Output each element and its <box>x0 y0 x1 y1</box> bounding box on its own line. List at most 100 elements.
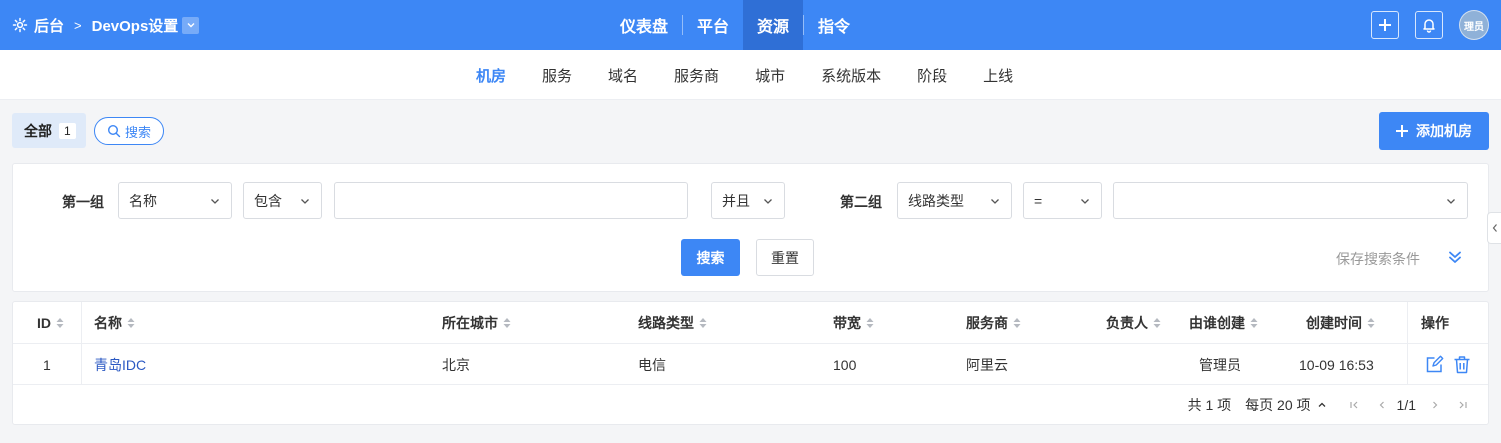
column-header-name[interactable]: 名称 <box>94 302 136 344</box>
breadcrumb-project[interactable]: DevOps设置 <box>92 15 179 36</box>
table-header: ID 名称 所在城市 线路类型 带宽 服务商 负责人 由谁创建 创建时间 操作 <box>13 302 1488 344</box>
avatar[interactable]: 理员 <box>1459 10 1489 40</box>
group2-operator-value: = <box>1034 192 1043 209</box>
tab-release[interactable]: 上线 <box>965 65 1031 86</box>
cell-id: 1 <box>43 356 51 373</box>
sort-icon <box>699 318 707 328</box>
create-button[interactable] <box>1371 11 1399 39</box>
tab-service[interactable]: 服务 <box>524 65 590 86</box>
group2-field-select[interactable]: 线路类型 <box>897 182 1012 219</box>
sort-icon <box>1367 318 1375 328</box>
double-chevron-down-icon[interactable] <box>1447 249 1463 268</box>
tab-os-version[interactable]: 系统版本 <box>803 65 899 86</box>
group2-value-select[interactable] <box>1113 182 1468 219</box>
gear-icon[interactable] <box>12 17 28 33</box>
column-header-label: 线路类型 <box>638 315 694 331</box>
nav-platform[interactable]: 平台 <box>683 0 743 50</box>
column-header-label: 创建时间 <box>1306 315 1362 331</box>
breadcrumb-home[interactable]: 后台 <box>34 15 64 36</box>
column-header-actions: 操作 <box>1421 315 1449 331</box>
nav-commands[interactable]: 指令 <box>804 0 864 50</box>
column-header-owner[interactable]: 负责人 <box>1106 302 1162 344</box>
chevron-down-icon <box>1447 199 1455 204</box>
chevron-down-icon <box>301 199 309 204</box>
edit-icon[interactable] <box>1425 355 1444 374</box>
chevron-right-icon <box>1433 401 1438 409</box>
logic-value: 并且 <box>722 192 750 209</box>
plus-icon <box>1379 19 1391 31</box>
column-header-label: 服务商 <box>966 315 1008 331</box>
bell-icon <box>1423 19 1435 33</box>
filter-all-count: 1 <box>59 122 76 139</box>
first-page-button[interactable] <box>1349 400 1359 410</box>
tab-domain[interactable]: 域名 <box>590 65 656 86</box>
search-toggle-button[interactable]: 搜索 <box>94 117 164 145</box>
search-button[interactable]: 搜索 <box>681 239 740 276</box>
pager-size-select[interactable]: 每页 20 项 <box>1245 395 1326 415</box>
logic-select[interactable]: 并且 <box>711 182 785 219</box>
nav-resources[interactable]: 资源 <box>743 0 804 50</box>
filter-all-label: 全部 <box>24 122 52 139</box>
column-header-bandwidth[interactable]: 带宽 <box>833 302 875 344</box>
pager-total: 共 1 项 <box>1187 397 1232 413</box>
sort-icon <box>1153 318 1161 328</box>
group1-value-input[interactable] <box>334 182 688 219</box>
nav-resources-label: 资源 <box>757 19 790 36</box>
chevron-down-icon <box>1081 199 1089 204</box>
tab-idc[interactable]: 机房 <box>458 65 524 86</box>
last-page-button[interactable] <box>1458 400 1468 410</box>
trash-icon[interactable] <box>1453 355 1471 374</box>
sort-icon <box>866 318 874 328</box>
group2-field-value: 线路类型 <box>908 192 964 209</box>
prev-page-button[interactable] <box>1377 400 1387 410</box>
group1-field-select[interactable]: 名称 <box>118 182 232 219</box>
topbar-actions: 理员 <box>1371 0 1489 50</box>
sort-icon <box>1013 318 1021 328</box>
save-search-conditions-link[interactable]: 保存搜索条件 <box>1336 249 1420 269</box>
next-page-button[interactable] <box>1430 400 1440 410</box>
chevron-down-icon <box>187 23 195 28</box>
tab-city[interactable]: 城市 <box>737 65 803 86</box>
nav-dashboard-label: 仪表盘 <box>620 19 669 36</box>
filter-all-chip[interactable]: 全部 1 <box>12 113 86 148</box>
column-header-label: ID <box>37 315 51 331</box>
add-idc-button[interactable]: 添加机房 <box>1379 112 1489 150</box>
column-header-provider[interactable]: 服务商 <box>966 302 1022 344</box>
column-header-id[interactable]: ID <box>37 302 65 344</box>
add-idc-label: 添加机房 <box>1416 123 1472 139</box>
group1-operator-select[interactable]: 包含 <box>243 182 322 219</box>
cell-name-link[interactable]: 青岛IDC <box>94 344 146 385</box>
column-header-city[interactable]: 所在城市 <box>442 302 512 344</box>
chevron-down-icon <box>764 199 772 204</box>
reset-button[interactable]: 重置 <box>756 239 814 276</box>
column-header-line-type[interactable]: 线路类型 <box>638 302 708 344</box>
chevron-up-icon <box>1318 402 1325 407</box>
group2-operator-select[interactable]: = <box>1023 182 1102 219</box>
tab-stage[interactable]: 阶段 <box>899 65 965 86</box>
group1-field-value: 名称 <box>129 192 157 209</box>
table-row[interactable]: 1 青岛IDC 北京 电信 100 阿里云 管理员 10-09 16:53 <box>13 344 1488 385</box>
chevron-left-icon <box>1492 224 1497 232</box>
tab-provider[interactable]: 服务商 <box>656 65 737 86</box>
column-header-label: 负责人 <box>1106 315 1148 331</box>
column-header-created-time[interactable]: 创建时间 <box>1306 302 1376 344</box>
nav-commands-label: 指令 <box>818 19 851 36</box>
sort-icon <box>1250 318 1258 328</box>
cell-creator: 管理员 <box>1199 356 1241 373</box>
sub-nav: 机房 服务 域名 服务商 城市 系统版本 阶段 上线 <box>0 50 1501 100</box>
nav-dashboard[interactable]: 仪表盘 <box>606 0 682 50</box>
sort-icon <box>127 318 135 328</box>
nav-platform-label: 平台 <box>697 19 730 36</box>
pagination: 共 1 项 每页 20 项 1/1 <box>1188 385 1488 425</box>
cell-provider: 阿里云 <box>966 356 1008 373</box>
column-header-creator[interactable]: 由谁创建 <box>1189 302 1259 344</box>
chevron-down-icon <box>211 199 219 204</box>
notifications-button[interactable] <box>1415 11 1443 39</box>
pager-size-label: 每页 20 项 <box>1245 397 1311 413</box>
project-dropdown-button[interactable] <box>182 16 200 34</box>
side-panel-toggle[interactable] <box>1487 212 1501 244</box>
chevron-down-icon <box>991 199 999 204</box>
data-table: ID 名称 所在城市 线路类型 带宽 服务商 负责人 由谁创建 创建时间 操作 … <box>12 301 1489 425</box>
search-icon <box>107 124 121 138</box>
first-page-icon <box>1349 401 1357 409</box>
